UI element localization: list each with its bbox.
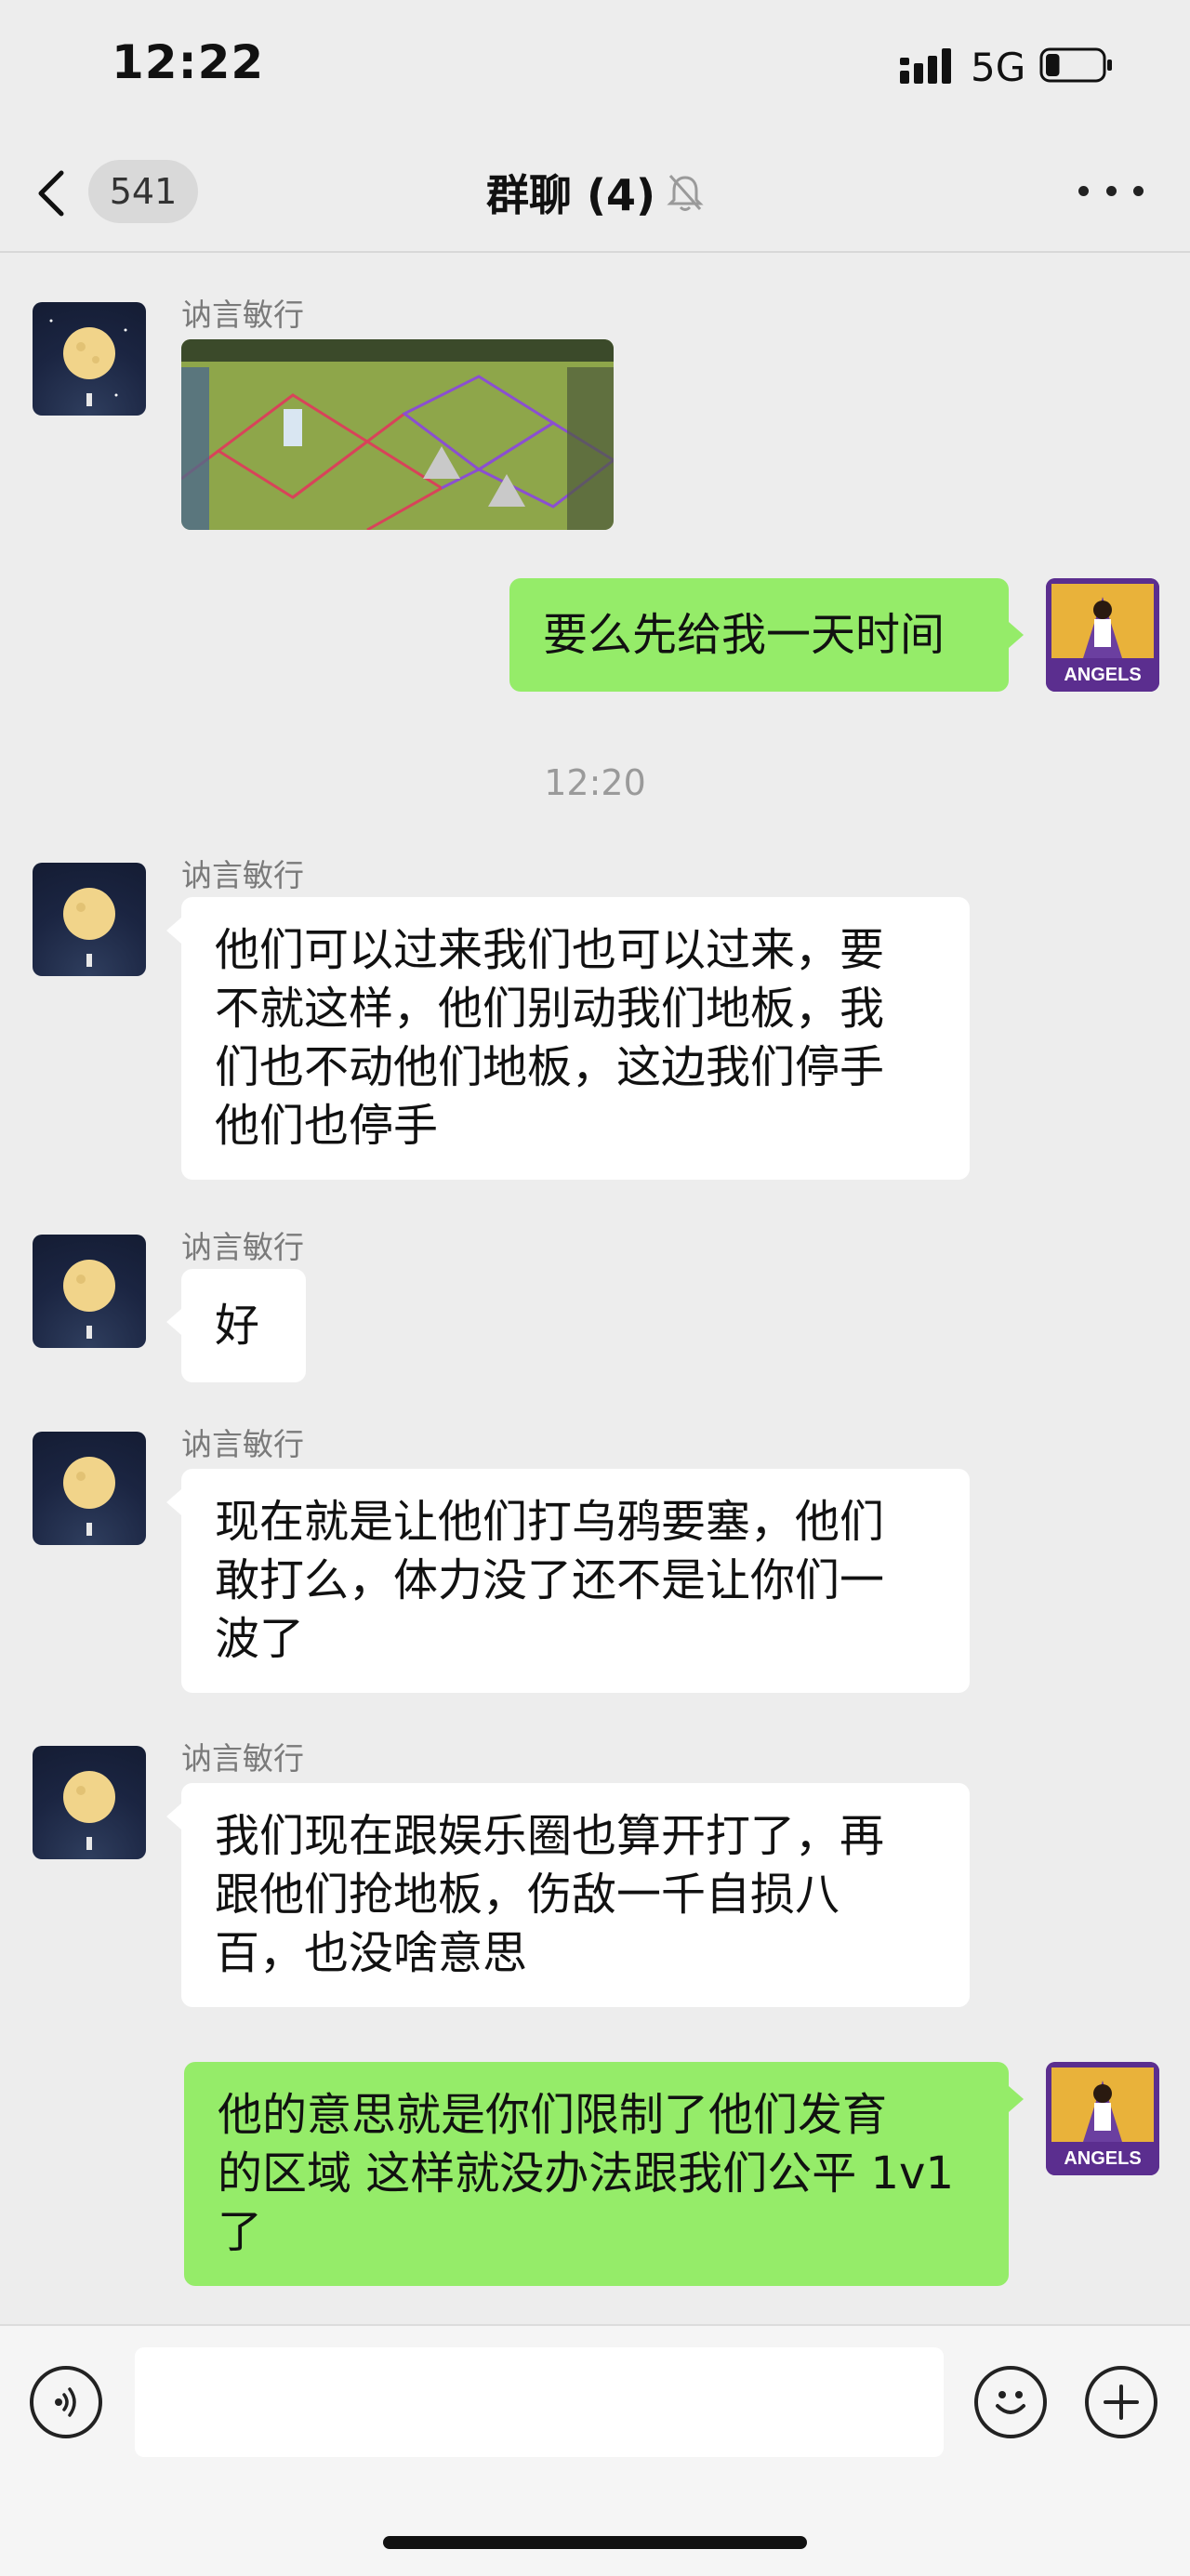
moon-avatar-icon	[63, 1457, 115, 1536]
more-dots-icon	[1078, 185, 1089, 196]
back-button[interactable]	[37, 156, 74, 231]
emoji-button[interactable]	[974, 2366, 1047, 2438]
moon-avatar-icon	[63, 1260, 115, 1339]
bubble-tail	[166, 1309, 181, 1335]
message-line: 们也不动他们地板，这边我们停手	[215, 1041, 885, 1093]
avatar-label: ANGELS	[1064, 665, 1141, 685]
angels-avatar-icon: ANGELS	[1046, 2062, 1159, 2175]
message-line: 百，也没啥意思	[215, 1927, 528, 1979]
message-line: 敢打么，体力没了还不是让你们一	[215, 1554, 885, 1606]
moon-avatar-icon	[63, 1771, 115, 1850]
avatar-label: ANGELS	[1064, 2148, 1141, 2169]
moon-avatar-icon	[49, 319, 127, 406]
message-line: 现在就是让他们打乌鸦要塞，他们	[215, 1496, 885, 1548]
bell-off-icon	[667, 175, 704, 211]
signal-icon	[900, 48, 951, 84]
avatar[interactable]	[33, 1235, 146, 1348]
message-line: 了	[218, 2206, 263, 2258]
chevron-left-icon	[38, 170, 64, 217]
avatar[interactable]	[33, 863, 146, 976]
status-time: 12:22	[112, 35, 265, 89]
battery-icon	[1039, 47, 1112, 83]
message-line: 跟他们抢地板，伤敌一千自损八	[215, 1869, 840, 1921]
sender-name: 讷言敏行	[181, 1740, 304, 1777]
angels-avatar-icon: ANGELS	[1046, 578, 1159, 692]
message-line: 波了	[215, 1613, 305, 1665]
sender-name: 讷言敏行	[181, 1426, 304, 1462]
bubble-tail	[1009, 622, 1024, 648]
plus-button[interactable]	[1085, 2366, 1157, 2438]
self-avatar[interactable]: ANGELS	[1046, 2062, 1159, 2175]
sender-name: 讷言敏行	[181, 297, 304, 333]
bubble-tail	[166, 918, 181, 944]
message-bubble-out[interactable]: 要么先给我一天时间	[509, 578, 1009, 692]
emoji-icon	[996, 2391, 1025, 2414]
message-bubble-in[interactable]: 好	[181, 1269, 306, 1382]
message-line: 好	[215, 1299, 260, 1352]
sender-name: 讷言敏行	[181, 1229, 304, 1265]
sender-name: 讷言敏行	[181, 857, 304, 893]
message-line: 我们现在跟娱乐圈也算开打了，再	[215, 1810, 885, 1862]
message-bubble-in[interactable]: 他们可以过来我们也可以过来，要 不就这样，他们别动我们地板，我 们也不动他们地板…	[181, 897, 970, 1180]
message-line: 他们可以过来我们也可以过来，要	[215, 924, 885, 976]
message-input[interactable]	[135, 2347, 944, 2457]
chat-title-wrap: 群聊 (4)	[409, 160, 781, 225]
home-indicator[interactable]	[383, 2536, 807, 2549]
message-bubble-out[interactable]: 他的意思就是你们限制了他们发育 的区域 这样就没办法跟我们公平 1v1 了	[184, 2062, 1009, 2286]
network-type: 5G	[971, 45, 1026, 90]
avatar[interactable]	[33, 302, 146, 416]
plus-icon	[1104, 2384, 1139, 2420]
moon-avatar-icon	[63, 888, 115, 967]
bubble-tail	[166, 1803, 181, 1830]
time-divider: 12:20	[544, 762, 646, 803]
bubble-tail	[1009, 2086, 1024, 2112]
message-bubble-in[interactable]: 我们现在跟娱乐圈也算开打了，再 跟他们抢地板，伤敌一千自损八 百，也没啥意思	[181, 1783, 970, 2007]
chat-title: 群聊 (4)	[485, 170, 656, 220]
message-line: 不就这样，他们别动我们地板，我	[215, 983, 885, 1035]
avatar[interactable]	[33, 1432, 146, 1545]
message-line: 他的意思就是你们限制了他们发育	[218, 2089, 888, 2141]
bubble-tail	[166, 1489, 181, 1515]
self-avatar[interactable]: ANGELS	[1046, 578, 1159, 692]
message-line: 他们也停手	[215, 1100, 439, 1152]
nav-divider	[0, 251, 1190, 253]
message-line: 的区域 这样就没办法跟我们公平 1v1	[218, 2147, 955, 2200]
voice-icon	[55, 2387, 76, 2417]
avatar[interactable]	[33, 1746, 146, 1859]
message-bubble-in[interactable]: 现在就是让他们打乌鸦要塞，他们 敢打么，体力没了还不是让你们一 波了	[181, 1469, 970, 1693]
voice-button[interactable]	[30, 2366, 102, 2438]
image-message[interactable]	[181, 339, 614, 530]
game-map-image	[181, 339, 614, 530]
unread-count-badge[interactable]: 541	[88, 160, 198, 223]
more-options-button[interactable]	[1078, 172, 1144, 209]
